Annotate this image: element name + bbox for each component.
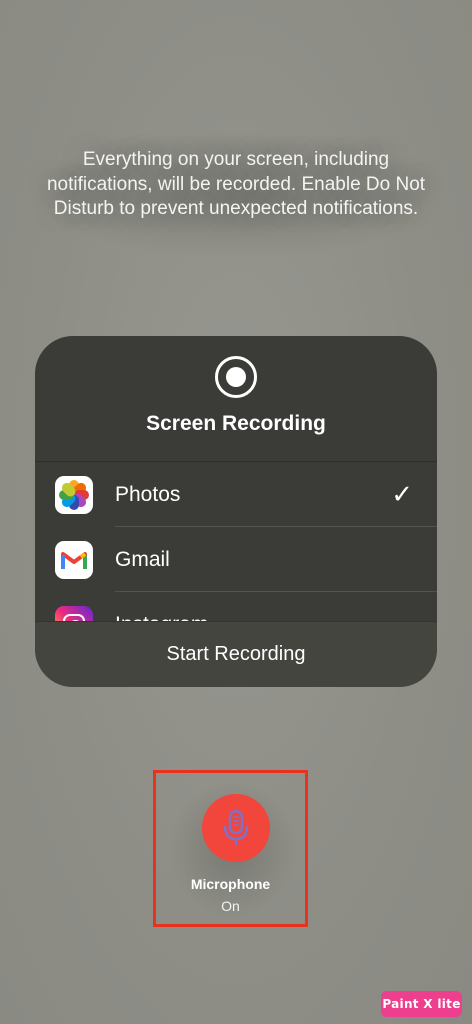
gmail-icon <box>55 540 93 579</box>
watermark-badge: Paint X lite <box>381 991 462 1017</box>
app-row-photos[interactable]: Photos ✓ <box>35 462 437 527</box>
app-label-photos: Photos <box>115 482 181 506</box>
app-label-gmail: Gmail <box>115 547 170 571</box>
app-row-instagram[interactable]: Instagram <box>35 592 437 621</box>
microphone-icon <box>223 809 249 845</box>
microphone-toggle-button[interactable] <box>202 794 270 862</box>
app-row-gmail[interactable]: Gmail <box>35 527 437 592</box>
panel-header: Screen Recording <box>35 336 437 461</box>
record-icon <box>215 356 257 398</box>
screen-recording-panel: Screen Recording Photos ✓ Gmail Start Re… <box>35 336 437 687</box>
microphone-status: On <box>221 898 240 914</box>
photos-icon <box>55 475 93 514</box>
start-recording-button[interactable]: Start Recording <box>35 621 437 687</box>
microphone-label: Microphone <box>190 876 271 892</box>
app-label-instagram: Instagram <box>115 613 437 622</box>
panel-title: Screen Recording <box>146 412 326 435</box>
screen: Everything on your screen, including not… <box>0 0 472 1024</box>
instagram-icon <box>55 605 93 621</box>
app-list[interactable]: Photos ✓ Gmail <box>35 461 437 621</box>
checkmark-icon: ✓ <box>391 479 413 509</box>
recording-warning-text: Everything on your screen, including not… <box>46 149 426 219</box>
